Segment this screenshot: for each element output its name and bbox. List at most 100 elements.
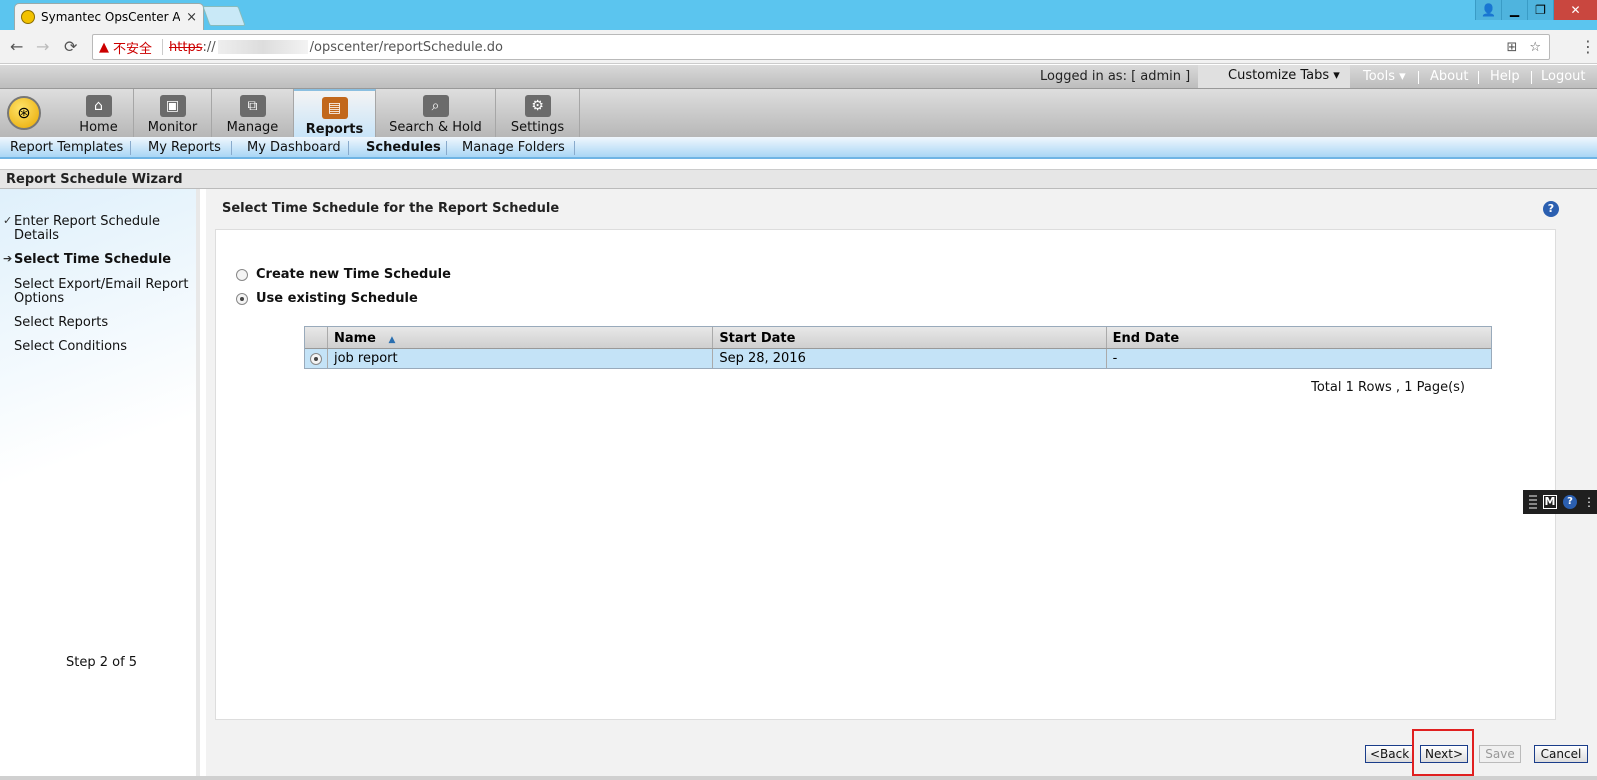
customize-tabs-menu[interactable]: Customize Tabs ▾ xyxy=(1198,65,1350,88)
select-column-header xyxy=(305,327,327,348)
tab-manage[interactable]: ⧉ Manage xyxy=(212,89,294,137)
more-options-icon[interactable]: ⋮ xyxy=(1583,495,1595,509)
schedule-panel: Create new Time Schedule Use existing Sc… xyxy=(215,229,1556,720)
subnav-divider xyxy=(446,141,447,155)
translate-icon[interactable]: ⊞ xyxy=(1506,40,1517,55)
tab-close-icon[interactable]: × xyxy=(186,10,197,25)
cell-start-date: Sep 28, 2016 xyxy=(712,349,1105,368)
table-total-rows: Total 1 Rows , 1 Page(s) xyxy=(1311,380,1465,395)
browser-toolbar: ← → ⟳ ▲ 不安全 https :// /opscenter/reportS… xyxy=(0,30,1597,64)
user-icon[interactable]: 👤 xyxy=(1475,0,1501,20)
table-row[interactable]: job report Sep 28, 2016 - xyxy=(305,349,1491,368)
next-button-highlight xyxy=(1412,729,1474,776)
window-controls: 👤 ▁ ❐ ✕ xyxy=(1475,0,1597,20)
drag-handle-icon[interactable] xyxy=(1529,495,1537,509)
redacted-host xyxy=(217,40,308,54)
settings-icon: ⚙ xyxy=(524,95,551,117)
sub-navigation: Report Templates My Reports My Dashboard… xyxy=(0,137,1597,159)
tab-search-hold-label: Search & Hold xyxy=(389,120,482,135)
tab-reports-label: Reports xyxy=(305,122,364,137)
logged-in-label: Logged in as: [ admin ] xyxy=(1040,69,1191,84)
cell-name: job report xyxy=(326,349,712,368)
wizard-step-select-reports: Select Reports xyxy=(14,315,109,330)
bookmark-star-icon[interactable]: ☆ xyxy=(1529,40,1541,55)
cancel-button[interactable]: Cancel xyxy=(1534,745,1588,763)
logout-link[interactable]: Logout xyxy=(1541,69,1586,84)
create-new-label: Create new Time Schedule xyxy=(256,267,451,282)
about-link[interactable]: About xyxy=(1430,69,1468,84)
step-complete-check-icon: ✓ xyxy=(3,214,13,227)
manage-icon: ⧉ xyxy=(239,95,266,117)
subtab-my-dashboard[interactable]: My Dashboard xyxy=(247,140,341,155)
create-new-radio[interactable] xyxy=(236,268,248,281)
tab-reports[interactable]: ▤ Reports xyxy=(294,89,376,137)
url-scheme-separator: :// xyxy=(202,39,216,55)
help-icon[interactable]: ? xyxy=(1543,201,1559,217)
browser-tab-active[interactable]: Symantec OpsCenter A × xyxy=(14,3,204,30)
reload-icon[interactable]: ⟳ xyxy=(64,37,77,56)
option-use-existing[interactable]: Use existing Schedule xyxy=(236,291,418,306)
column-name-label: Name xyxy=(333,331,376,346)
header-divider xyxy=(1531,71,1532,84)
app-top-bar: Logged in as: [ admin ] Customize Tabs ▾… xyxy=(0,65,1597,89)
window-close-icon[interactable]: ✕ xyxy=(1553,0,1597,20)
browser-tab-title: Symantec OpsCenter A xyxy=(41,10,181,24)
reports-icon: ▤ xyxy=(321,97,348,119)
sort-ascending-icon[interactable]: ▲ xyxy=(389,335,396,345)
monitor-icon: ▣ xyxy=(159,95,186,117)
subnav-divider xyxy=(348,141,349,155)
back-arrow-icon[interactable]: ← xyxy=(10,37,23,56)
row-select-radio[interactable] xyxy=(309,352,322,365)
column-header-name[interactable]: Name ▲ xyxy=(326,327,712,348)
subtab-report-templates[interactable]: Report Templates xyxy=(10,140,123,155)
use-existing-radio[interactable] xyxy=(236,292,248,305)
table-header: Name ▲ Start Date End Date xyxy=(305,327,1491,349)
insecure-label[interactable]: 不安全 xyxy=(113,38,152,57)
opscenter-favicon-icon xyxy=(21,10,35,24)
step-counter: Step 2 of 5 xyxy=(66,655,138,670)
cell-end-date: - xyxy=(1105,349,1491,368)
warning-icon: ▲ xyxy=(99,39,109,55)
help-link[interactable]: Help xyxy=(1490,69,1520,84)
tab-settings[interactable]: ⚙ Settings xyxy=(496,89,580,137)
save-button[interactable]: Save xyxy=(1479,745,1521,763)
wizard-content: Select Time Schedule for the Report Sche… xyxy=(206,189,1597,780)
tab-monitor[interactable]: ▣ Monitor xyxy=(134,89,212,137)
tools-menu[interactable]: Tools ▾ xyxy=(1363,69,1406,84)
browser-menu-icon[interactable]: ⋮ xyxy=(1580,37,1596,56)
use-existing-label: Use existing Schedule xyxy=(256,291,418,306)
tab-settings-label: Settings xyxy=(510,120,565,135)
wizard-step-time-schedule: Select Time Schedule xyxy=(14,252,172,267)
subtab-manage-folders[interactable]: Manage Folders xyxy=(462,140,565,155)
option-create-new[interactable]: Create new Time Schedule xyxy=(236,267,451,282)
wizard-step-export-email: Select Export/Email Report Options xyxy=(14,277,189,306)
address-bar[interactable]: ▲ 不安全 https :// /opscenter/reportSchedul… xyxy=(92,34,1550,60)
tab-search-hold[interactable]: ⌕ Search & Hold xyxy=(376,89,496,137)
subnav-divider xyxy=(231,141,232,155)
wizard-header: Report Schedule Wizard xyxy=(0,169,1597,189)
row-select-cell[interactable] xyxy=(305,349,327,368)
minimize-icon[interactable]: ▁ xyxy=(1501,0,1527,20)
browser-titlebar: Symantec OpsCenter A × 👤 ▁ ❐ ✕ xyxy=(0,0,1597,30)
schedule-table: Name ▲ Start Date End Date job report Se… xyxy=(304,326,1492,369)
tab-home[interactable]: ⌂ Home xyxy=(64,89,134,137)
page-title: Select Time Schedule for the Report Sche… xyxy=(222,201,560,216)
floating-help-icon[interactable]: ? xyxy=(1563,495,1577,509)
wizard-step-select-conditions: Select Conditions xyxy=(14,339,128,354)
back-button[interactable]: <Back xyxy=(1365,745,1413,763)
omnibox-actions: ⊞ ☆ xyxy=(1506,40,1549,55)
restore-icon[interactable]: ❐ xyxy=(1527,0,1553,20)
column-header-start-date[interactable]: Start Date xyxy=(712,327,1105,348)
tab-manage-label: Manage xyxy=(226,120,279,135)
search-hold-icon: ⌕ xyxy=(422,95,449,117)
forward-arrow-icon[interactable]: → xyxy=(36,37,49,56)
subtab-schedules[interactable]: Schedules xyxy=(366,140,441,155)
m-tool-icon[interactable]: M xyxy=(1543,495,1557,509)
wizard-step-details: Enter Report Schedule Details xyxy=(14,214,160,243)
home-icon: ⌂ xyxy=(85,95,112,117)
subtab-my-reports[interactable]: My Reports xyxy=(148,140,221,155)
new-tab-button[interactable] xyxy=(202,6,246,26)
column-header-end-date[interactable]: End Date xyxy=(1105,327,1491,348)
header-divider xyxy=(1418,71,1419,84)
tab-monitor-label: Monitor xyxy=(147,120,198,135)
